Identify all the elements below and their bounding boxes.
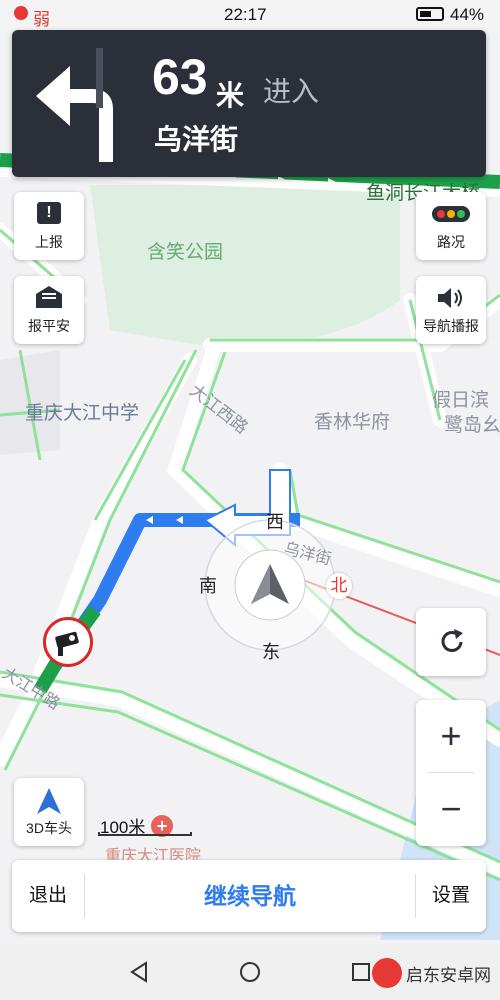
- status-bar: 弱 22:17 44%: [0, 0, 500, 30]
- watermark-text: 启东安卓网: [406, 966, 491, 985]
- navigation-instruction-panel[interactable]: [12, 30, 486, 177]
- battery-level: 44%: [450, 5, 485, 24]
- view-mode-button[interactable]: 3D车头: [14, 778, 84, 846]
- traffic-light-icon: [432, 206, 470, 222]
- safe-report-button[interactable]: 报平安: [14, 276, 84, 344]
- map-label-ludao: 鹭岛幺: [444, 415, 500, 436]
- distance-unit: 米: [216, 80, 245, 111]
- compass-north-label: 北: [326, 573, 352, 599]
- compass-west-label: 西: [266, 512, 284, 532]
- home-icon[interactable]: [239, 961, 261, 983]
- battery-icon: [416, 7, 444, 21]
- view-mode-label: 3D车头: [26, 820, 72, 836]
- map-label-school: 重庆大江中学: [25, 403, 140, 424]
- vehicle-cursor-icon: [251, 564, 289, 604]
- map-label-xianglin: 香林华府: [314, 412, 391, 433]
- zoom-in-button[interactable]: +: [416, 700, 486, 772]
- next-street-name: 乌洋街: [154, 124, 239, 155]
- speaker-icon: [438, 288, 462, 308]
- speed-camera-marker-icon: [43, 617, 93, 667]
- zoom-controls: + −: [416, 700, 486, 846]
- safe-report-label: 报平安: [28, 318, 70, 334]
- scale-bar: [98, 832, 192, 836]
- turn-left-arrow-icon: [36, 66, 113, 162]
- report-button[interactable]: ! 上报: [14, 192, 84, 260]
- turn-action-text: 进入: [263, 76, 320, 107]
- compass-east-label: 东: [262, 642, 280, 662]
- report-icon: !: [37, 202, 61, 224]
- signal-text: 弱: [33, 10, 50, 29]
- signal-icon: [14, 6, 28, 20]
- refresh-icon: [441, 629, 463, 652]
- recents-icon[interactable]: [350, 961, 372, 983]
- compass-south-label: 南: [199, 576, 217, 596]
- zoom-out-button[interactable]: −: [416, 773, 486, 845]
- continue-navigation-button[interactable]: 继续导航: [85, 860, 415, 932]
- distance-value: 63: [152, 49, 208, 105]
- clock: 22:17: [224, 5, 267, 24]
- system-navigation-bar: 启东安卓网: [0, 944, 500, 1000]
- settings-button[interactable]: 设置: [416, 860, 486, 932]
- compass-arrow-icon: [37, 788, 61, 814]
- traffic-button[interactable]: 路况: [416, 192, 486, 260]
- map-label-park: 含笑公园: [147, 242, 224, 263]
- report-label: 上报: [35, 234, 63, 250]
- banner-divider: [96, 48, 103, 108]
- watermark-logo-icon: [372, 958, 402, 988]
- envelope-icon: [36, 286, 62, 308]
- traffic-label: 路况: [437, 234, 465, 250]
- bottom-action-bar: 退出 继续导航 设置: [12, 860, 486, 932]
- back-icon[interactable]: [128, 961, 150, 983]
- refresh-button[interactable]: [416, 608, 486, 676]
- voice-broadcast-label: 导航播报: [423, 318, 479, 334]
- map-label-jiari: 假日滨: [432, 390, 490, 411]
- voice-broadcast-button[interactable]: 导航播报: [416, 276, 486, 344]
- exit-button[interactable]: 退出: [12, 860, 84, 932]
